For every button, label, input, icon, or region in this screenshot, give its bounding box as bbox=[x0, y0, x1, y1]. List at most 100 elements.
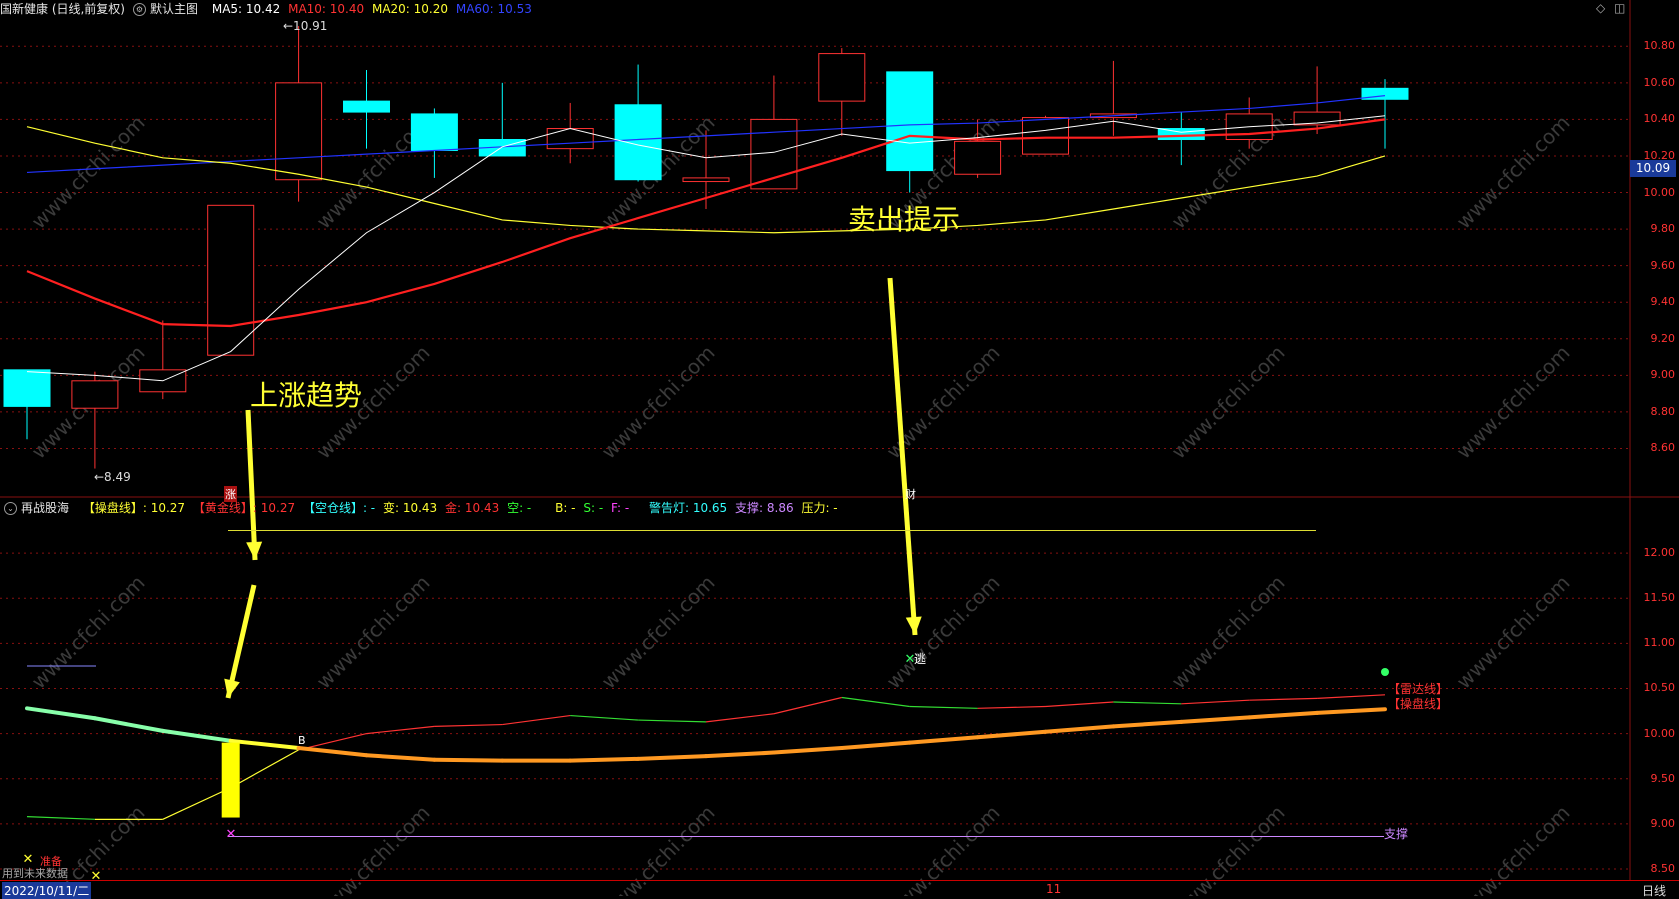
f-label: F: - bbox=[610, 501, 630, 515]
sell-arrow-head bbox=[905, 616, 922, 635]
bian-label: 变: 10.43 bbox=[382, 501, 438, 515]
op-line bbox=[1111, 719, 1184, 729]
price-tick: 10.00 bbox=[1643, 185, 1676, 199]
candle-body bbox=[343, 100, 390, 113]
radar-line bbox=[841, 696, 910, 708]
radar-line bbox=[1249, 697, 1318, 701]
radar-line bbox=[366, 725, 435, 735]
rise-arrow-1 bbox=[245, 409, 258, 561]
watermark: www.cfchi.com bbox=[1167, 341, 1290, 464]
period-button[interactable]: 日线 bbox=[1642, 882, 1666, 899]
watermark: www.cfchi.com bbox=[1452, 571, 1575, 694]
high-price-label: ←10.91 bbox=[283, 19, 328, 33]
watermark: www.cfchi.com bbox=[597, 571, 720, 694]
candle-body bbox=[71, 380, 119, 409]
watermark: www.cfchi.com bbox=[882, 571, 1005, 694]
collapse-icon[interactable]: ⌄ bbox=[4, 502, 17, 515]
sub-tick: 10.00 bbox=[1643, 726, 1676, 740]
sub-tick: 11.00 bbox=[1643, 636, 1676, 650]
future-data-note: 用到未来数据 bbox=[2, 867, 68, 880]
radar-line bbox=[230, 749, 299, 789]
candle-body bbox=[818, 53, 866, 102]
candle-body bbox=[1157, 128, 1205, 141]
price-tick: 9.20 bbox=[1650, 331, 1676, 345]
op-line-label: 【操盘线】: 10.27 bbox=[82, 501, 186, 515]
candle-body bbox=[614, 104, 662, 181]
price-tick: 9.00 bbox=[1650, 368, 1676, 382]
candle-body bbox=[410, 113, 458, 151]
radar-line bbox=[909, 705, 978, 709]
time-axis: 2022/10/11/二 11 日线 bbox=[0, 880, 1679, 899]
kong-label: 空: - bbox=[507, 501, 532, 515]
candle-body bbox=[886, 71, 934, 172]
candle-body bbox=[3, 369, 51, 407]
price-tick: 9.60 bbox=[1650, 258, 1676, 272]
radar-line bbox=[26, 816, 95, 820]
b-signal-tag: B bbox=[298, 734, 306, 747]
op-line bbox=[1247, 710, 1320, 720]
candle-body bbox=[207, 204, 255, 356]
chart-canvas: www.cfchi.com www.cfchi.com www.cfchi.com w… bbox=[0, 0, 1679, 896]
sub-tick: 9.00 bbox=[1650, 816, 1676, 830]
price-tick: 9.40 bbox=[1650, 295, 1676, 309]
sub-tick: 10.50 bbox=[1643, 681, 1676, 695]
price-tick: 8.80 bbox=[1650, 404, 1676, 418]
op-line bbox=[296, 746, 369, 758]
sub-tick: 11.50 bbox=[1643, 591, 1676, 605]
radar-line bbox=[434, 723, 503, 727]
op-line bbox=[704, 750, 776, 759]
op-line bbox=[432, 757, 505, 763]
pressure-label: 压力: - bbox=[801, 501, 838, 515]
radar-line bbox=[1181, 699, 1250, 705]
watermark: www.cfchi.com bbox=[312, 571, 435, 694]
cai-marker: 财 bbox=[905, 488, 916, 501]
jin-label: 金: 10.43 bbox=[445, 501, 500, 515]
s-label: S: - bbox=[583, 501, 604, 515]
support-line-tag: 支撑 bbox=[1384, 827, 1409, 841]
rise-arrow-1-head bbox=[246, 541, 263, 560]
sub-tick: 9.50 bbox=[1650, 771, 1676, 785]
op-line bbox=[1179, 715, 1252, 724]
watermark: www.cfchi.com bbox=[27, 571, 150, 694]
b-label: B: - bbox=[555, 501, 576, 515]
low-price-label: ←8.49 bbox=[94, 470, 131, 484]
op-line bbox=[1043, 724, 1116, 734]
op-line bbox=[975, 729, 1048, 740]
op-line bbox=[771, 746, 844, 755]
radar-line bbox=[502, 714, 571, 726]
op-line bbox=[364, 753, 437, 762]
month-mark: 11 bbox=[1046, 882, 1062, 896]
rise-trend-annotation: 上涨趋势 bbox=[250, 379, 363, 412]
sub-tick: 8.50 bbox=[1650, 861, 1676, 875]
current-price-tag: 10.09 bbox=[1630, 160, 1676, 177]
radar-line bbox=[638, 719, 707, 723]
empty-line-label: 【空仓线】: - bbox=[302, 501, 376, 515]
op-line-tag: 【操盘线】 bbox=[1388, 697, 1449, 711]
support-label: 支撑: 8.86 bbox=[735, 501, 794, 515]
radar-line bbox=[1045, 701, 1114, 708]
op-line bbox=[636, 754, 708, 761]
candle-body bbox=[275, 82, 323, 181]
sub-chart-header: ⌄ 再战股海 【操盘线】: 10.27 【黄金线】: 10.27 【空仓线】: -… bbox=[0, 499, 842, 517]
candle-body bbox=[1022, 117, 1069, 155]
watermark: www.cfchi.com bbox=[1452, 111, 1575, 234]
op-line bbox=[25, 706, 97, 721]
buy-signal-bar bbox=[221, 742, 240, 818]
op-line bbox=[160, 728, 233, 743]
candle-body bbox=[682, 177, 730, 183]
op-line bbox=[1315, 707, 1387, 715]
green-dot bbox=[1381, 668, 1389, 676]
date-cursor[interactable]: 2022/10/11/二 bbox=[2, 882, 92, 899]
support-cross: ✕ bbox=[226, 827, 237, 842]
watermark: www.cfchi.com bbox=[597, 341, 720, 464]
op-line bbox=[907, 735, 980, 745]
price-tick: 10.80 bbox=[1643, 39, 1676, 53]
sub-tick: 12.00 bbox=[1643, 546, 1676, 560]
sell-hint-annotation: 卖出提示 bbox=[848, 203, 961, 236]
candle-body bbox=[546, 128, 594, 150]
indicator-name[interactable]: 再战股海 bbox=[21, 501, 69, 515]
op-line bbox=[228, 738, 301, 751]
chart-window: 国新健康 (日线,前复权) ⚙ 默认主图 MA5: 10.42 MA10: 10.4… bbox=[0, 0, 1679, 899]
watermark: www.cfchi.com bbox=[1452, 341, 1575, 464]
watermark: www.cfchi.com bbox=[1167, 571, 1290, 694]
